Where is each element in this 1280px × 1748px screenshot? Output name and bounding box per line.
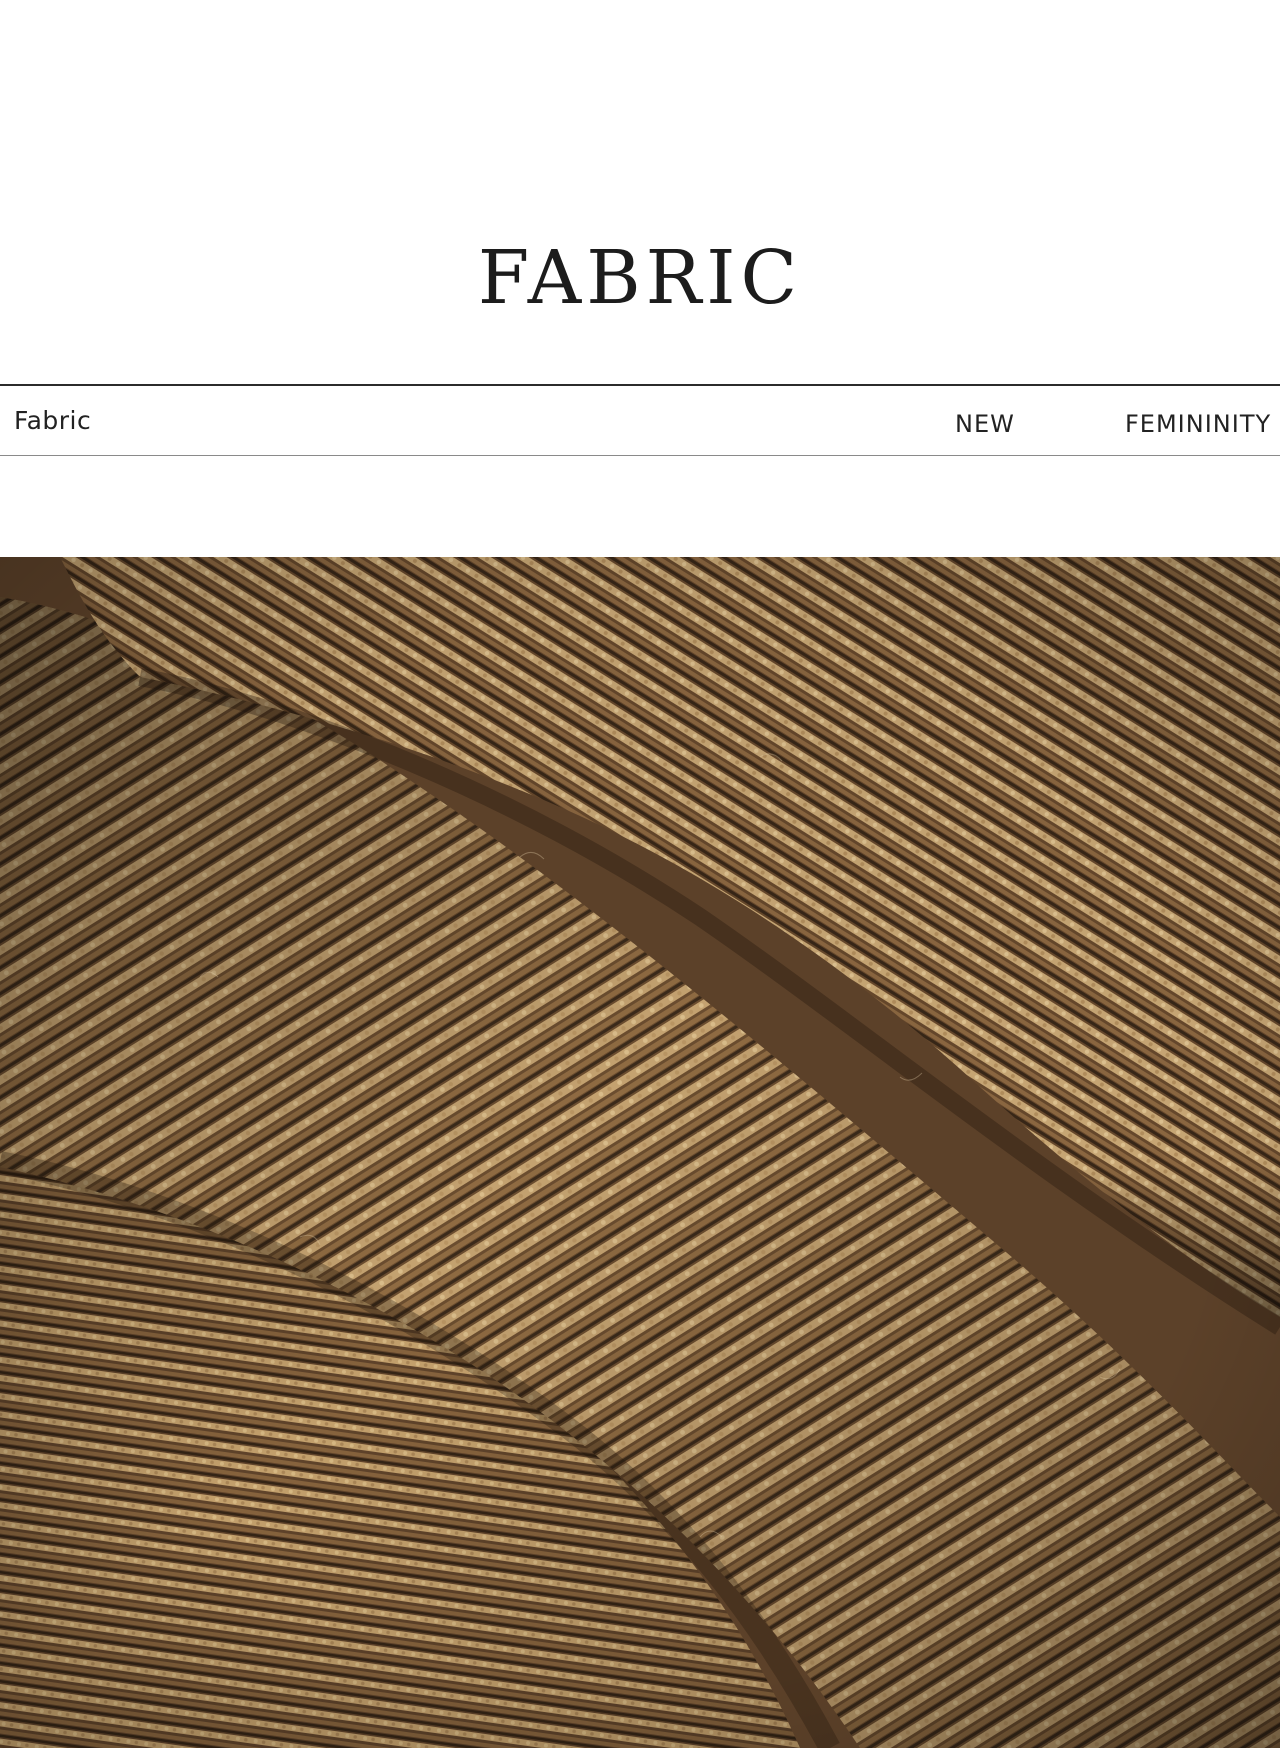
title-area: FABRIC [0,0,1280,384]
label-bar: Fabric NEW FEMININITY [0,384,1280,456]
page-title: FABRIC [477,235,803,321]
section-label: Fabric [14,406,92,435]
fabric-photo [0,557,1280,1748]
tag-femininity: FEMININITY [1125,410,1272,438]
tag-new: NEW [955,410,1015,438]
fabric-texture-image [0,557,1280,1748]
